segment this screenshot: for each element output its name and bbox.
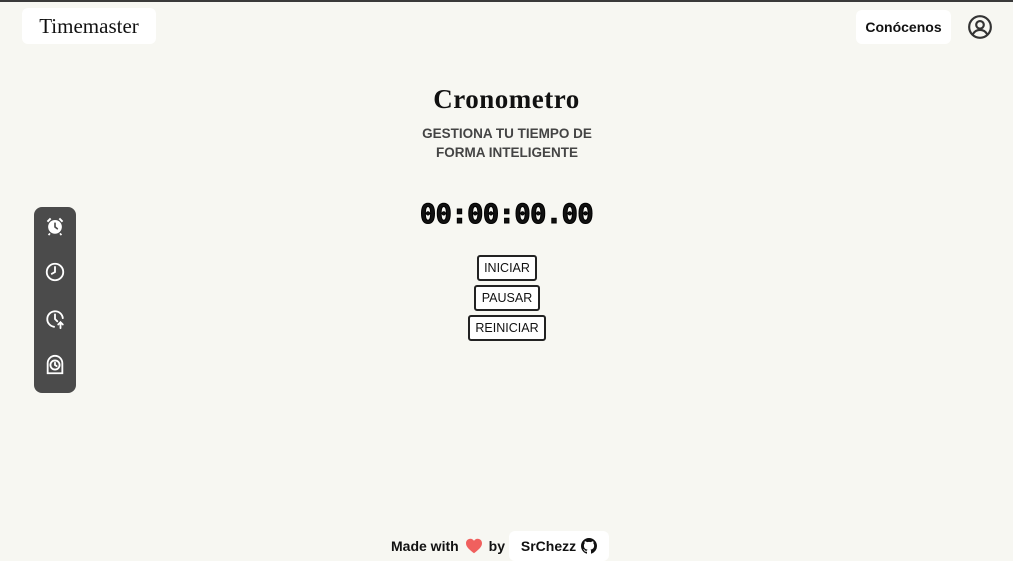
author-name: SrChezz (520, 538, 577, 554)
author-link[interactable]: SrChezz (509, 531, 610, 561)
desk-clock-icon (44, 354, 66, 381)
footer-made-with: Made with (391, 538, 459, 554)
page-subtitle: GESTIONA TU TIEMPO DE FORMA INTELIGENTE (422, 126, 592, 160)
footer-by: by (488, 538, 506, 554)
brand-name: Timemaster (39, 13, 139, 38)
about-us-label: Conócenos (865, 19, 942, 35)
brand-logo-link[interactable]: Timemaster (22, 8, 156, 44)
stopwatch-display: 00:00:00.00 (419, 199, 594, 231)
start-button[interactable]: INICIAR (477, 255, 537, 281)
about-us-button[interactable]: Conócenos (856, 10, 951, 44)
reset-button-label: REINICIAR (475, 321, 539, 335)
top-border (0, 0, 1013, 2)
sidebar-item-desk-clock[interactable] (43, 354, 67, 381)
page-title: Cronometro (433, 84, 580, 114)
sidebar-item-alarm[interactable] (43, 216, 67, 240)
tools-sidebar (34, 207, 76, 393)
clock-upload-icon (44, 308, 66, 335)
github-icon (581, 538, 598, 554)
user-circle-icon[interactable] (967, 14, 993, 40)
start-button-label: INICIAR (484, 261, 530, 275)
pause-button[interactable]: PAUSAR (474, 285, 540, 311)
heart-icon (465, 538, 483, 554)
sidebar-item-timer[interactable] (43, 309, 67, 333)
footer: Made with by SrChezz (391, 531, 610, 561)
alarm-clock-icon (44, 215, 66, 242)
sidebar-item-clock[interactable] (43, 262, 67, 286)
reset-button[interactable]: REINICIAR (468, 315, 546, 341)
pause-button-label: PAUSAR (481, 291, 533, 305)
clock-icon (44, 261, 66, 288)
